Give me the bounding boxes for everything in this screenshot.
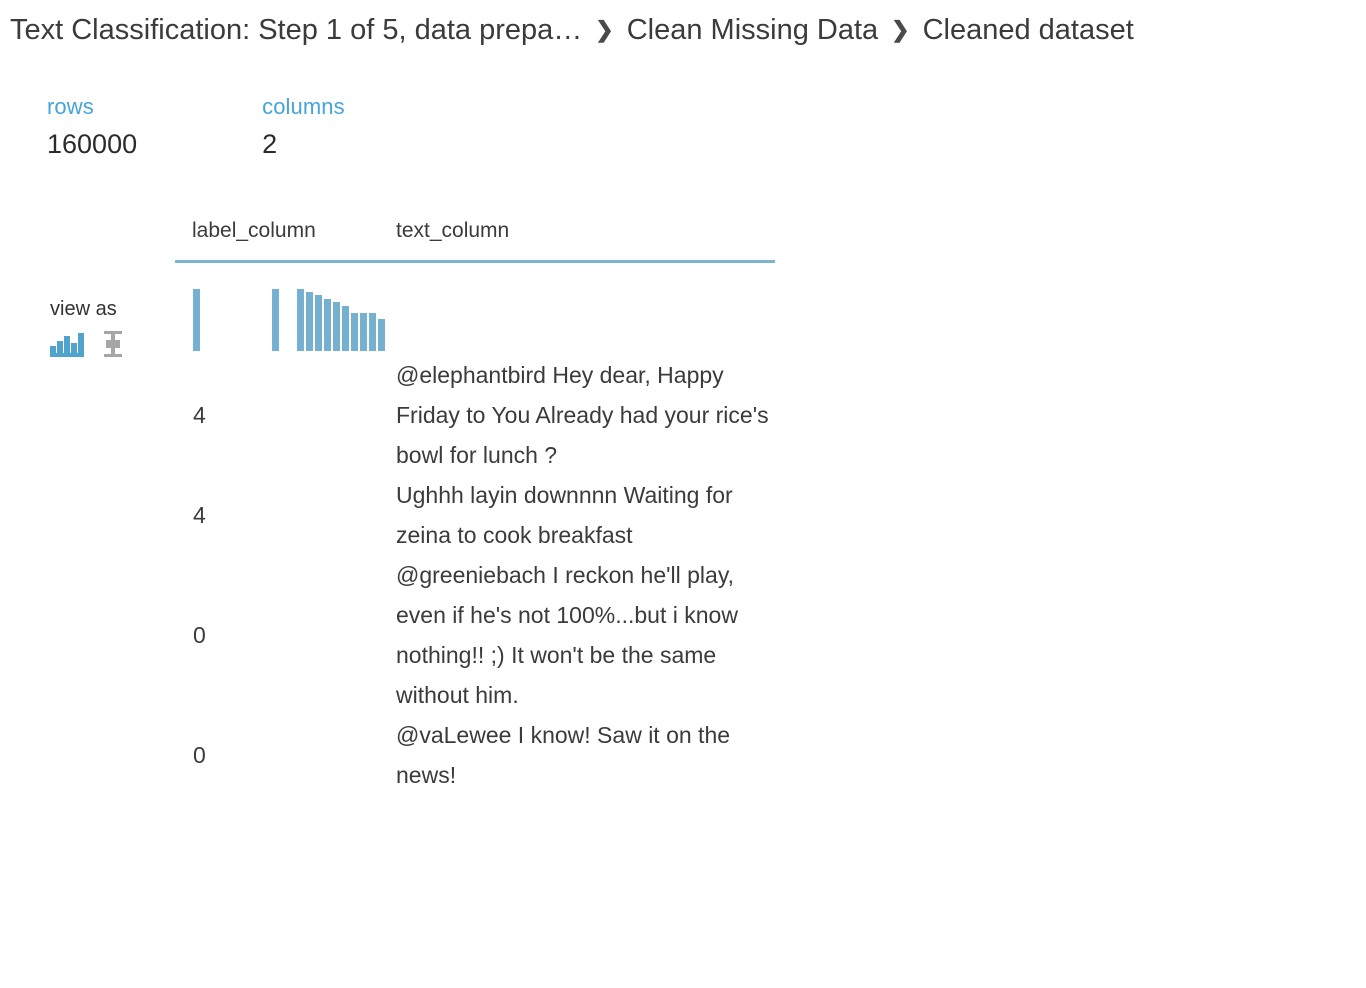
stat-rows-label: rows: [47, 94, 94, 119]
histogram-text-column[interactable]: [279, 289, 385, 351]
histogram-bar: [369, 313, 376, 351]
chevron-right-icon: ❯: [595, 17, 614, 42]
table-row[interactable]: 4 Ughhh layin downnnn Waiting for zeina t…: [175, 475, 775, 555]
cell-text-column: @greeniebach I reckon he'll play, even i…: [396, 562, 738, 708]
histogram-bar: [272, 289, 279, 351]
histogram-icon[interactable]: [50, 333, 86, 357]
table-row[interactable]: 4 @elephantbird Hey dear, Happy Friday to…: [175, 355, 775, 475]
histogram-bar: [342, 306, 349, 351]
boxplot-icon[interactable]: [102, 331, 124, 357]
cell-text-column: @elephantbird Hey dear, Happy Friday to …: [396, 362, 769, 468]
histogram-bar: [315, 295, 322, 351]
histogram-bar: [306, 292, 313, 351]
breadcrumb-item-module[interactable]: Clean Missing Data: [627, 14, 878, 47]
histogram-icon-svg: [50, 333, 84, 357]
histogram-bar: [297, 289, 304, 351]
table-header-row: label_column text_column: [175, 218, 775, 263]
view-as-panel: view as: [50, 296, 170, 357]
table-row[interactable]: 0 @vaLewee I know! Saw it on the news!: [175, 715, 775, 795]
histogram-bar: [193, 289, 200, 351]
breadcrumb-item-experiment[interactable]: Text Classification: Step 1 of 5, data p…: [10, 14, 582, 47]
cell-label-column: 4: [193, 402, 206, 428]
histogram-bar: [360, 313, 367, 351]
stat-rows-value: 160000: [47, 129, 138, 159]
cell-label-column: 0: [193, 622, 206, 648]
histogram-bar: [324, 299, 331, 351]
stat-columns-value: 2: [262, 129, 278, 159]
breadcrumb: Text Classification: Step 1 of 5, data p…: [10, 14, 1134, 47]
histogram-label-column[interactable]: [175, 289, 279, 351]
table-row[interactable]: 0 @greeniebach I reckon he'll play, even …: [175, 555, 775, 715]
column-header-text-column[interactable]: text_column: [378, 218, 758, 244]
data-preview-table: label_column text_column 4 @elephantbird …: [175, 218, 775, 795]
column-header-label-column[interactable]: label_column: [175, 218, 378, 244]
table-body: 4 @elephantbird Hey dear, Happy Friday to…: [175, 355, 775, 795]
stat-rows: rows 160000: [47, 92, 137, 163]
histogram-bar: [378, 319, 385, 351]
cell-text-column: Ughhh layin downnnn Waiting for zeina to…: [396, 482, 733, 548]
stat-columns-label: columns: [262, 94, 345, 119]
column-histogram-row: [175, 263, 775, 355]
chevron-right-icon: ❯: [891, 17, 910, 42]
dataset-stats: rows 160000 columns 2: [47, 92, 345, 163]
cell-text-column: @vaLewee I know! Saw it on the news!: [396, 722, 731, 788]
cell-label-column: 0: [193, 742, 206, 768]
breadcrumb-item-output[interactable]: Cleaned dataset: [923, 14, 1134, 47]
view-as-icon-group: [50, 331, 170, 357]
stat-columns: columns 2: [262, 92, 345, 163]
cell-label-column: 4: [193, 502, 206, 528]
histogram-bar: [351, 313, 358, 351]
histogram-bar: [333, 302, 340, 351]
view-as-label: view as: [50, 298, 117, 320]
boxplot-icon-svg: [104, 331, 122, 357]
